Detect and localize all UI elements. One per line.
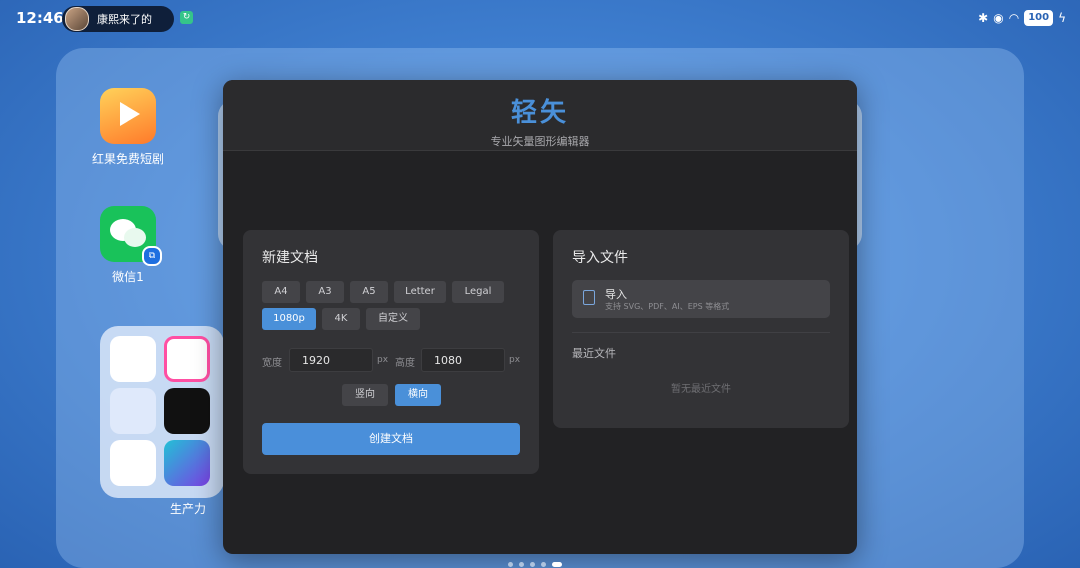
- wps-icon: [110, 440, 156, 486]
- create-document-button[interactable]: 创建文档: [262, 423, 520, 455]
- system-icons: ✱ ◉ ◠ 100 ϟ: [978, 10, 1066, 26]
- preset-4k-button[interactable]: 4K: [322, 308, 360, 330]
- new-document-title: 新建文档: [262, 250, 318, 266]
- page-dot: [519, 562, 524, 567]
- mk-app-icon: [110, 336, 156, 382]
- divider: [572, 332, 830, 333]
- width-input[interactable]: 1920: [289, 348, 373, 372]
- page-dot: [530, 562, 535, 567]
- folder-label: 生产力: [169, 502, 206, 516]
- recent-files-title: 最近文件: [572, 347, 616, 360]
- orientation-portrait-button[interactable]: 竖向: [342, 384, 388, 406]
- capcut-icon: [164, 388, 210, 434]
- page-dot: [508, 562, 513, 567]
- status-bar: 12:46 康熙来了的 ↻ ✱ ◉ ◠ 100 ϟ: [0, 0, 1080, 36]
- app-title: 轻矢: [510, 98, 569, 128]
- preset-a5-button[interactable]: A5: [350, 281, 388, 303]
- live-activity-text: 康熙来了的: [97, 13, 152, 26]
- height-label: 高度: [395, 358, 415, 369]
- page-dot: [541, 562, 546, 567]
- app-hongguo[interactable]: 红果免费短剧: [88, 88, 168, 167]
- window-header: 轻矢 专业矢量图形编辑器: [223, 80, 857, 151]
- preset-a3-button[interactable]: A3: [306, 281, 344, 303]
- import-label: 导入: [605, 288, 627, 301]
- import-hint: 支持 SVG、PDF、AI、EPS 等格式: [605, 302, 730, 311]
- notification-app-icon: ↻: [180, 11, 193, 24]
- clock: 12:46: [16, 9, 64, 27]
- hongguo-play-icon: [100, 88, 156, 144]
- recent-files-empty: 暂无最近文件: [671, 384, 731, 395]
- nfc-icon: ◉: [993, 11, 1004, 25]
- app-window: 轻矢 专业矢量图形编辑器 新建文档 A4 A3 A5 Letter Legal …: [223, 80, 857, 554]
- wifi-icon: ◠: [1008, 11, 1020, 25]
- app-subtitle: 专业矢量图形编辑器: [490, 135, 590, 148]
- new-document-card: 新建文档 A4 A3 A5 Letter Legal 1080p 4K 自定义 …: [243, 230, 539, 474]
- app-wechat[interactable]: ⧉ 微信1: [88, 206, 168, 285]
- wechat-icon: ⧉: [100, 206, 162, 266]
- width-label: 宽度: [262, 358, 282, 369]
- file-icon: [583, 290, 595, 305]
- preset-letter-button[interactable]: Letter: [394, 281, 446, 303]
- page-dot-active: [552, 562, 562, 567]
- live-activity-pill[interactable]: 康熙来了的: [62, 6, 174, 32]
- app-label: 红果免费短剧: [91, 152, 164, 166]
- import-file-card: 导入文件 导入 支持 SVG、PDF、AI、EPS 等格式 最近文件 暂无最近文…: [553, 230, 849, 428]
- app-label: 微信1: [112, 270, 144, 284]
- height-input[interactable]: 1080: [421, 348, 505, 372]
- clone-badge-icon: ⧉: [142, 246, 162, 266]
- bluetooth-icon: ✱: [978, 11, 989, 25]
- preset-a4-button[interactable]: A4: [262, 281, 300, 303]
- page-indicator: [508, 562, 562, 567]
- preset-1080p-button[interactable]: 1080p: [262, 308, 316, 330]
- app-folder-productivity[interactable]: [100, 326, 224, 498]
- preset-legal-button[interactable]: Legal: [452, 281, 504, 303]
- h-app-icon: [164, 336, 210, 382]
- import-title: 导入文件: [572, 250, 628, 266]
- orientation-landscape-button[interactable]: 横向: [395, 384, 441, 406]
- height-unit: px: [509, 355, 521, 365]
- canva-icon: [164, 440, 210, 486]
- import-button[interactable]: 导入 支持 SVG、PDF、AI、EPS 等格式: [572, 280, 830, 318]
- avatar: [65, 7, 89, 31]
- charging-icon: ϟ: [1058, 11, 1066, 25]
- drawing-app-icon: [110, 388, 156, 434]
- preset-custom-button[interactable]: 自定义: [366, 308, 420, 330]
- width-unit: px: [377, 355, 389, 365]
- battery-icon: 100: [1024, 10, 1054, 26]
